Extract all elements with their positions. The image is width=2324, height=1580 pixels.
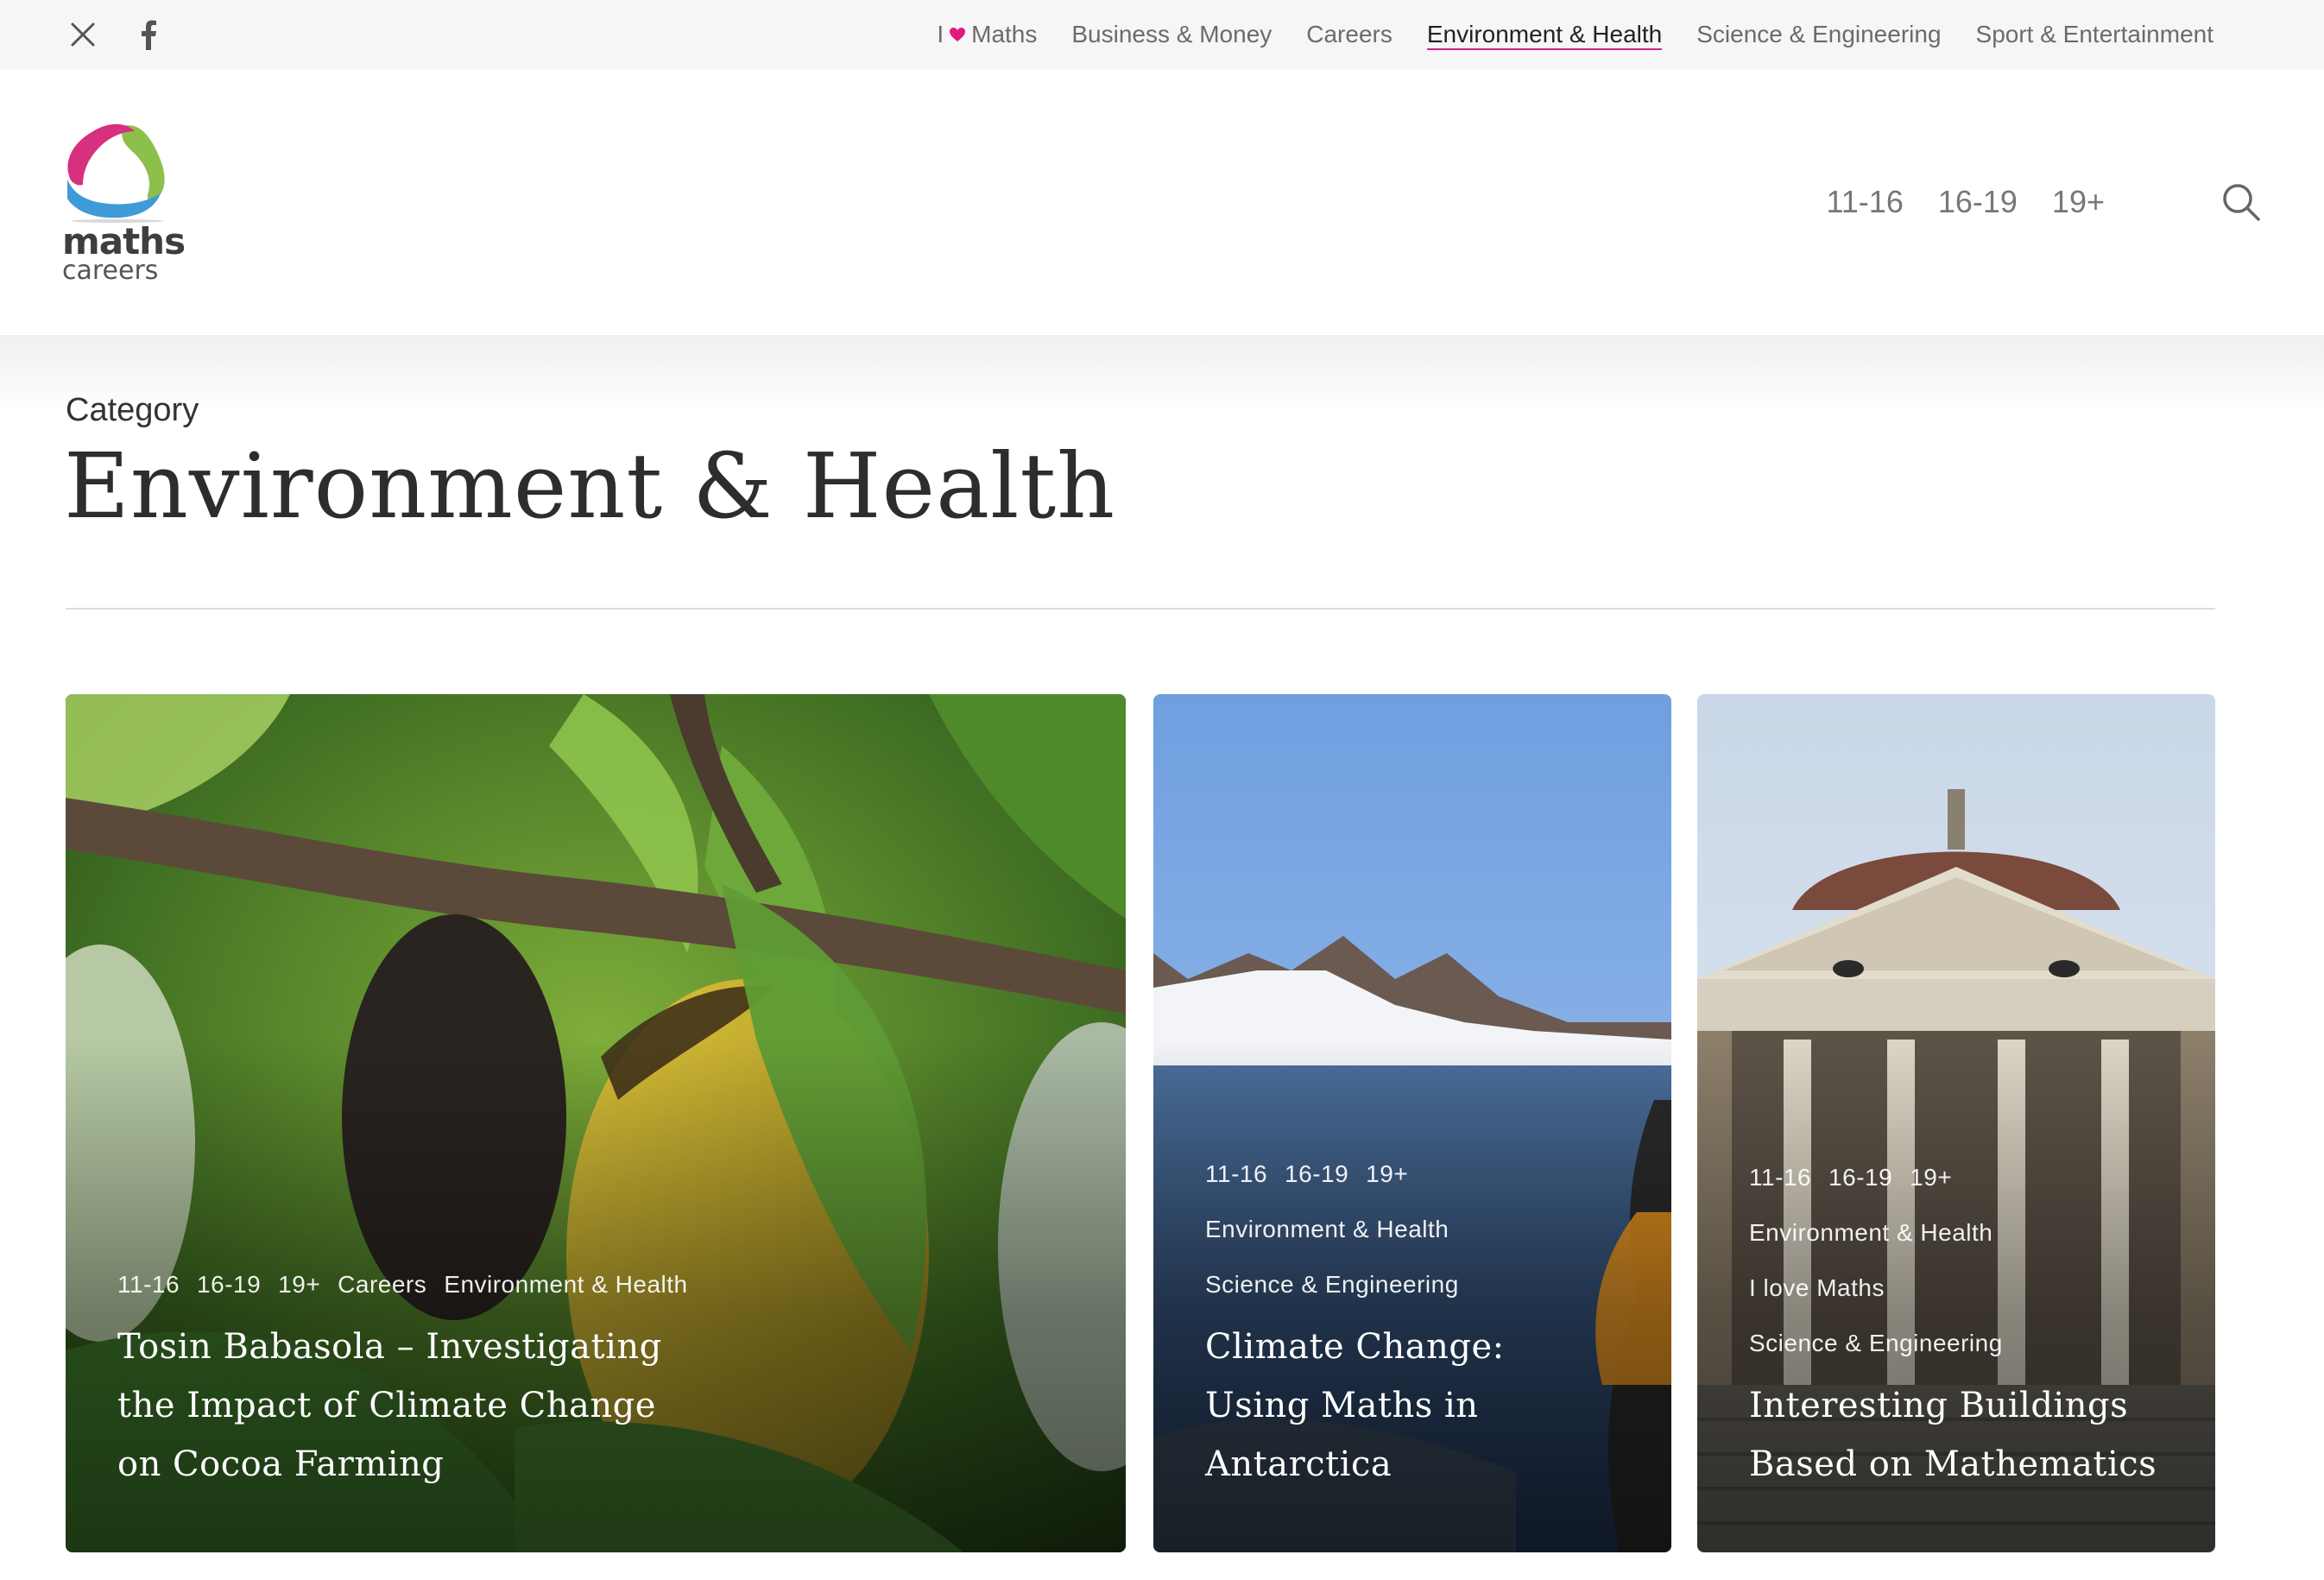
tag[interactable]: Environment & Health: [444, 1257, 687, 1312]
tag[interactable]: I love Maths: [1749, 1261, 2163, 1316]
nav-prefix: I: [937, 21, 944, 47]
search-icon: [2223, 184, 2260, 221]
divider: [66, 608, 2215, 610]
article-card-buildings[interactable]: 11-16 16-19 19+ Environment & Health I l…: [1697, 694, 2215, 1552]
page-title: Environment & Health: [64, 433, 1116, 539]
tag[interactable]: Environment & Health: [1205, 1202, 1620, 1257]
card-content: 11-16 16-19 19+ Environment & Health I l…: [1749, 1150, 2163, 1494]
nav-sport-entertainment[interactable]: Sport & Entertainment: [1976, 0, 2213, 69]
card-content: 11-16 16-19 19+ Careers Environment & He…: [117, 1257, 1074, 1494]
age-nav: 11-16 16-19 19+: [1826, 69, 2105, 335]
card-title[interactable]: Tosin Babasola – Investigating the Impac…: [117, 1318, 670, 1494]
logo-line-2: careers: [62, 256, 159, 286]
nav-label: Maths: [971, 21, 1038, 47]
facebook-link[interactable]: [129, 16, 167, 54]
article-card-antarctica[interactable]: 11-16 16-19 19+ Environment & Health Sci…: [1153, 694, 1671, 1552]
site-header: maths careers 11-16 16-19 19+: [0, 69, 2324, 335]
facebook-icon: [142, 20, 156, 50]
nav-environment-health[interactable]: Environment & Health: [1426, 0, 1663, 69]
tag[interactable]: 19+: [1910, 1150, 1952, 1205]
card-content: 11-16 16-19 19+ Environment & Health Sci…: [1205, 1147, 1620, 1494]
tag[interactable]: 11-16: [117, 1257, 180, 1312]
card-title[interactable]: Interesting Buildings Based on Mathemati…: [1749, 1376, 2163, 1494]
card-tags: 11-16 16-19 19+ Careers Environment & He…: [117, 1257, 1074, 1312]
logo-triangle-icon: [67, 123, 165, 223]
tag[interactable]: Science & Engineering: [1205, 1257, 1620, 1312]
nav-careers[interactable]: Careers: [1306, 0, 1393, 69]
x-icon: [71, 22, 95, 47]
age-nav-19-plus[interactable]: 19+: [2052, 184, 2105, 220]
tag[interactable]: 16-19: [1828, 1150, 1892, 1205]
tag[interactable]: 16-19: [1285, 1147, 1348, 1202]
tag[interactable]: 11-16: [1205, 1147, 1267, 1202]
nav-business-money[interactable]: Business & Money: [1071, 0, 1272, 69]
nav-i-love-maths[interactable]: I Maths: [937, 0, 1037, 69]
tag[interactable]: 19+: [278, 1257, 320, 1312]
card-title[interactable]: Climate Change: Using Maths in Antarctic…: [1205, 1318, 1620, 1494]
age-nav-11-16[interactable]: 11-16: [1826, 184, 1903, 220]
tag[interactable]: Science & Engineering: [1749, 1316, 2163, 1371]
header-shadow-band: [0, 335, 2324, 413]
category-nav: I Maths Business & Money Careers Environ…: [937, 0, 2213, 69]
x-link[interactable]: [64, 16, 102, 54]
top-utility-bar: I Maths Business & Money Careers Environ…: [0, 0, 2324, 69]
tag[interactable]: 19+: [1366, 1147, 1408, 1202]
logo-line-1: maths: [62, 220, 186, 262]
heart-icon: [950, 28, 966, 41]
nav-science-engineering[interactable]: Science & Engineering: [1696, 0, 1941, 69]
tag[interactable]: Environment & Health: [1749, 1205, 2163, 1261]
age-nav-16-19[interactable]: 16-19: [1938, 184, 2018, 220]
social-links: [64, 16, 167, 54]
tag[interactable]: Careers: [338, 1257, 426, 1312]
logo-wordmark: maths careers: [62, 220, 186, 286]
site-logo[interactable]: maths careers: [62, 116, 186, 288]
search-button[interactable]: [2220, 181, 2262, 223]
tag[interactable]: 11-16: [1749, 1150, 1811, 1205]
category-label: Category: [66, 392, 199, 428]
article-card-cocoa[interactable]: 11-16 16-19 19+ Careers Environment & He…: [66, 694, 1126, 1552]
card-tags: 11-16 16-19 19+ Environment & Health I l…: [1749, 1150, 2163, 1371]
tag[interactable]: 16-19: [197, 1257, 261, 1312]
card-tags: 11-16 16-19 19+ Environment & Health Sci…: [1205, 1147, 1620, 1312]
